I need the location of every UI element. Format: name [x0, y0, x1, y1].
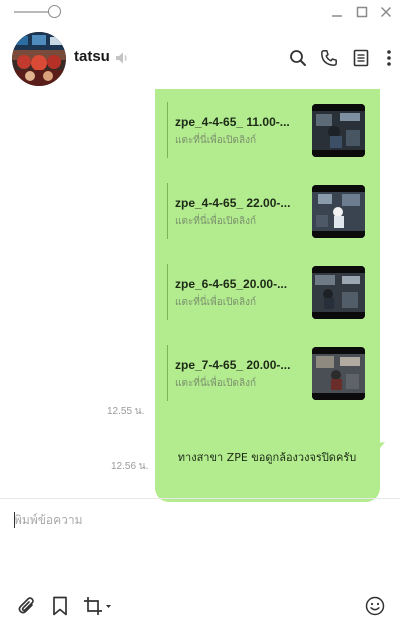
link-subtitle: แตะที่นี่เพื่อเปิดลิงก์ [175, 216, 257, 227]
link-title[interactable]: zpe_6-4-65_20.00-... [175, 277, 307, 291]
bubble-tail [369, 442, 385, 456]
notes-icon[interactable] [351, 48, 371, 68]
text-message-bubble: ทางสาขา ZPE ขอดูกล้องวงจรปิดครับ [158, 440, 376, 474]
video-thumbnail[interactable] [312, 347, 365, 400]
link-card[interactable]: zpe_6-4-65_20.00-... แตะที่นี่เพื่อเปิดล… [167, 264, 373, 320]
link-card[interactable]: zpe_4-4-65_ 22.00-... แตะที่นี่เพื่อเปิด… [167, 183, 373, 239]
link-accent-bar [167, 102, 168, 158]
search-icon[interactable] [288, 48, 308, 68]
message-timestamp: 12.55 น. [107, 406, 145, 417]
video-thumbnail[interactable] [312, 185, 365, 238]
video-thumbnail[interactable] [312, 104, 365, 157]
phone-icon[interactable] [319, 48, 339, 68]
message-composer [0, 498, 400, 625]
paperclip-icon[interactable] [16, 595, 38, 617]
link-subtitle: แตะที่นี่เพื่อเปิดลิงก์ [175, 378, 257, 389]
text-caret [14, 512, 15, 528]
link-accent-bar [167, 183, 168, 239]
avatar[interactable] [12, 32, 66, 86]
link-subtitle: แตะที่นี่เพื่อเปิดลิงก์ [175, 297, 257, 308]
slider-handle[interactable] [48, 5, 61, 18]
link-title[interactable]: zpe_7-4-65_ 20.00-... [175, 358, 307, 372]
link-card[interactable]: zpe_4-4-65_ 11.00-... แตะที่นี่เพื่อเปิด… [167, 102, 373, 158]
chat-header: tatsu [0, 26, 400, 92]
link-subtitle: แตะที่นี่เพื่อเปิดลิงก์ [175, 135, 257, 146]
speaker-muted-icon [114, 50, 130, 66]
link-accent-bar [167, 264, 168, 320]
maximize-icon[interactable] [353, 3, 371, 21]
close-icon[interactable] [377, 3, 395, 21]
crop-icon[interactable] [82, 595, 114, 617]
video-thumbnail[interactable] [312, 266, 365, 319]
link-card[interactable]: zpe_7-4-65_ 20.00-... แตะที่นี่เพื่อเปิด… [167, 345, 373, 401]
message-input[interactable] [14, 511, 384, 581]
minimize-icon[interactable] [328, 3, 346, 21]
message-list[interactable]: zpe_4-4-65_ 11.00-... แตะที่นี่เพื่อเปิด… [0, 89, 400, 502]
link-title[interactable]: zpe_4-4-65_ 11.00-... [175, 115, 307, 129]
message-text: ทางสาขา ZPE ขอดูกล้องวงจรปิดครับ [177, 451, 357, 464]
link-title[interactable]: zpe_4-4-65_ 22.00-... [175, 196, 307, 210]
link-accent-bar [167, 345, 168, 401]
bookmark-icon[interactable] [49, 595, 71, 617]
message-timestamp: 12.56 น. [111, 461, 149, 472]
chat-name: tatsu [74, 48, 110, 65]
emoji-icon[interactable] [364, 595, 386, 617]
more-icon[interactable] [379, 48, 399, 68]
window-titlebar [0, 0, 400, 26]
